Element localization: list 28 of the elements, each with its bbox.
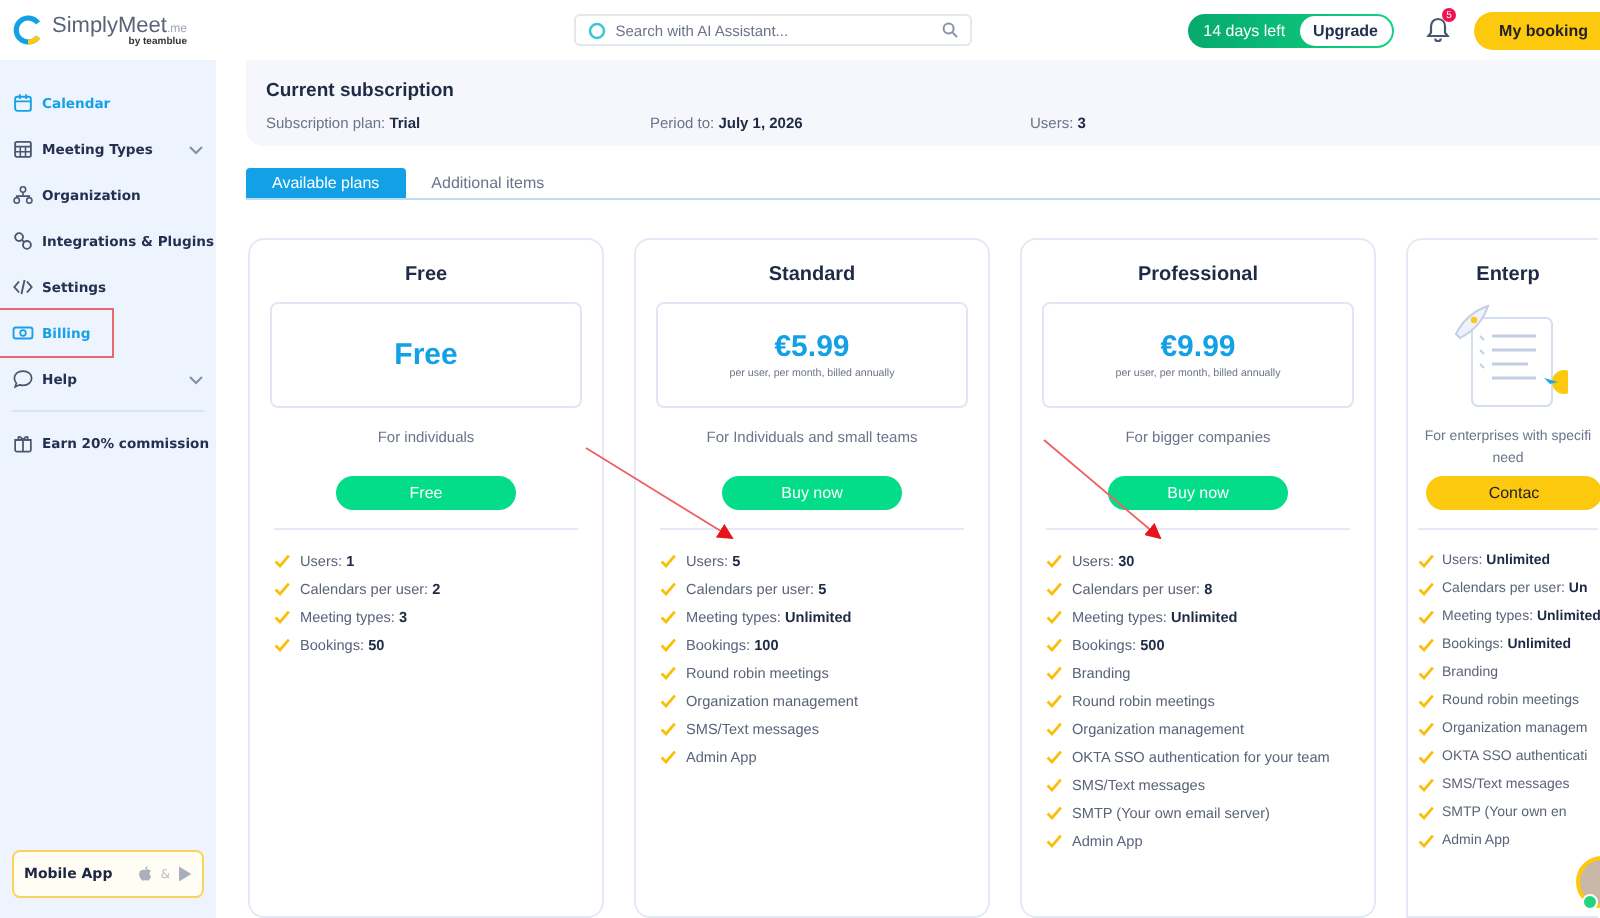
price-text: €5.99: [774, 330, 850, 364]
banknote-icon: [12, 322, 34, 344]
apple-icon: [138, 866, 153, 882]
play-icon: [178, 866, 192, 882]
booking-page-button[interactable]: My booking: [1473, 11, 1600, 49]
subscription-title: Current subscription: [266, 80, 456, 102]
upgrade-button[interactable]: Upgrade: [1299, 15, 1392, 45]
grid-icon: [12, 138, 34, 160]
days-left-text: 14 days left: [1201, 21, 1288, 39]
online-status-dot: [1582, 894, 1598, 910]
assistant-ring-icon: [587, 21, 606, 39]
link-icon: [12, 230, 34, 252]
search-icon: [941, 22, 958, 38]
organization-icon: [12, 184, 34, 206]
price-text: Free: [394, 338, 458, 372]
plan-name: Professional: [1137, 264, 1259, 290]
bell-icon[interactable]: [1426, 16, 1450, 42]
chat-icon: [12, 368, 34, 390]
contact-button[interactable]: Contac: [1426, 476, 1600, 510]
code-icon: [12, 276, 34, 298]
plan-name: Enterp: [1476, 264, 1540, 290]
gift-icon: [12, 432, 34, 454]
price-text: €9.99: [1160, 330, 1236, 364]
plan-name: Standard: [768, 264, 856, 290]
calendar-icon: [12, 92, 34, 114]
logo-icon: [12, 14, 44, 46]
tab[interactable]: Additional items: [405, 167, 571, 198]
plan-name: Free: [404, 264, 448, 290]
